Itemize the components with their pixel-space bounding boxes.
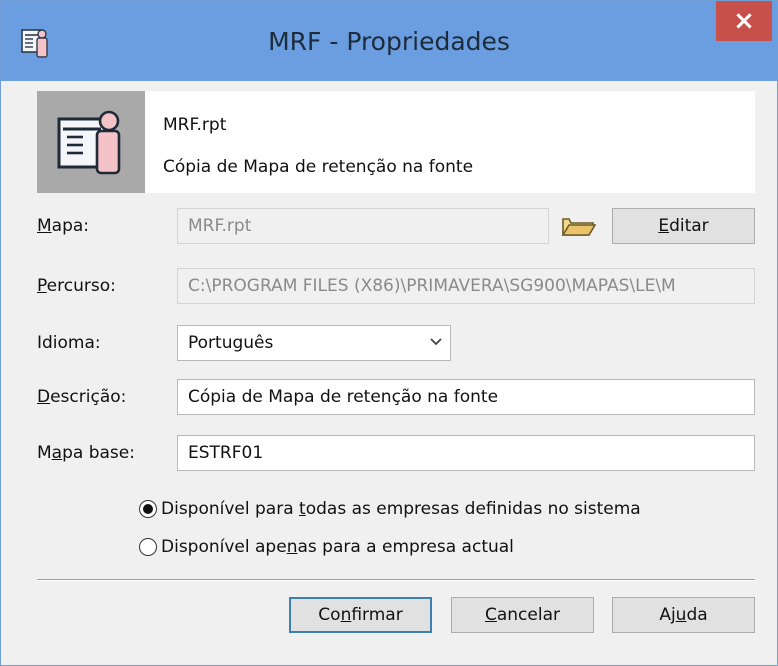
mapa-base-input[interactable]: ESTRF01 (177, 435, 755, 471)
radio-all-companies[interactable] (139, 500, 157, 518)
report-description: Cópia de Mapa de retenção na fonte (163, 157, 474, 177)
option-all-companies-label: Disponível para todas as empresas defini… (161, 499, 641, 519)
report-header-panel: MRF.rpt Cópia de Mapa de retenção na fon… (37, 91, 755, 193)
close-button[interactable]: × (716, 1, 772, 41)
report-icon (57, 110, 121, 175)
title-bar[interactable]: MRF - Propriedades × (1, 1, 777, 81)
option-current-company[interactable]: Disponível apenas para a empresa actual (139, 537, 514, 557)
option-current-company-label: Disponível apenas para a empresa actual (161, 537, 514, 557)
percurso-label: Percurso: (37, 276, 116, 296)
report-filename: MRF.rpt (163, 115, 227, 135)
confirm-button[interactable]: Co n firmar (289, 597, 432, 633)
radio-current-company[interactable] (139, 538, 157, 556)
close-icon: × (733, 6, 755, 36)
properties-dialog: MRF - Propriedades × MRF.rpt Cópia de Ma… (0, 0, 778, 666)
option-all-companies[interactable]: Disponível para todas as empresas defini… (139, 499, 641, 519)
percurso-field: C:\PROGRAM FILES (X86)\PRIMAVERA\SG900\M… (177, 268, 755, 304)
edit-button[interactable]: Editar (612, 208, 755, 244)
mapa-field: MRF.rpt (177, 208, 549, 244)
dialog-body: MRF.rpt Cópia de Mapa de retenção na fon… (1, 81, 777, 665)
help-button[interactable]: Aj u da (612, 597, 755, 633)
descricao-input[interactable]: Cópia de Mapa de retenção na fonte (177, 379, 755, 415)
report-icon-tile (37, 91, 145, 193)
descricao-label: Descrição: (37, 387, 127, 407)
mapa-base-label: Mapa base: (37, 443, 135, 463)
window-title: MRF - Propriedades (268, 27, 510, 56)
cancel-button[interactable]: Cancelar (451, 597, 594, 633)
idioma-selected-value: Português (188, 333, 274, 353)
idioma-label: Idioma: (37, 333, 101, 353)
separator (37, 579, 755, 581)
folder-open-icon[interactable] (559, 212, 599, 240)
idioma-select[interactable]: Português (177, 325, 451, 361)
mapa-label: Mapa: (37, 216, 90, 236)
chevron-down-icon (430, 338, 442, 346)
